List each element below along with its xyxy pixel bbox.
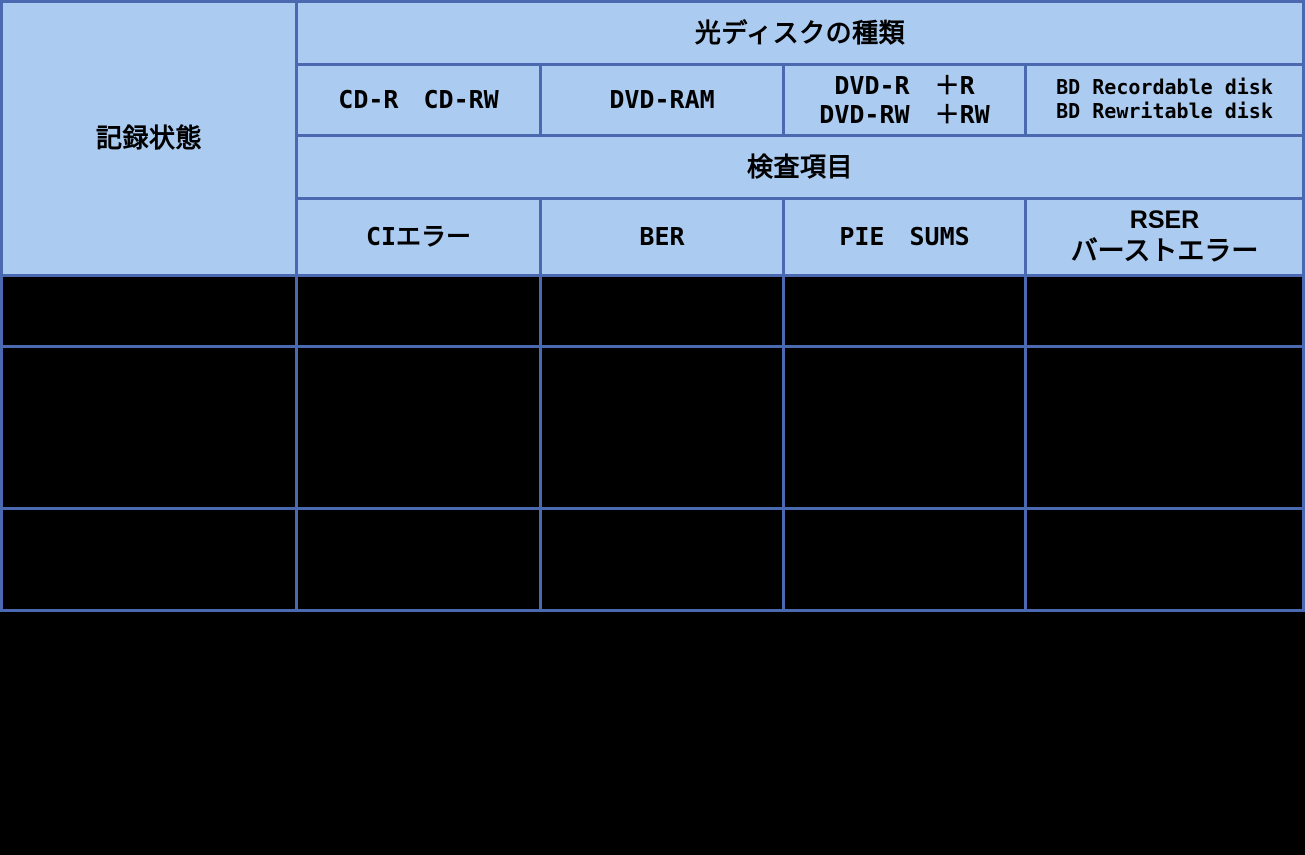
header-cell-record-state: 記録状態 [0, 0, 298, 277]
disc-type-label-bd-recordable: BD Recordable disk [1056, 75, 1273, 100]
body-cell-pie-sums [782, 507, 1027, 612]
table-row [0, 274, 1305, 348]
header-cell-dvd-ram: DVD-RAM [539, 63, 785, 137]
table-row [0, 345, 1305, 510]
disc-type-label-bd-rewritable: BD Rewritable disk [1056, 99, 1273, 123]
header-cell-cd-r-cd-rw: CD-R CD-RW [295, 63, 542, 137]
body-cell-pie-sums [782, 345, 1027, 510]
body-cell-rser [1023, 507, 1305, 612]
inspection-item-label-pie-sums: PIE SUMS [839, 222, 970, 252]
inspection-item-label-ci-error: CIエラー [365, 222, 472, 252]
inspection-item-label-ber: BER [639, 222, 685, 252]
header-cell-inspection-items: 検査項目 [294, 134, 1305, 200]
disc-type-label-cd: CD-R CD-RW [338, 85, 499, 115]
disc-type-label-dvd-ram: DVD-RAM [609, 85, 715, 115]
optical-disc-inspection-table: 記録状態 光ディスクの種類 CD-R CD-RW DVD-RAM DVD-R ＋… [0, 0, 1305, 612]
body-cell-ber [539, 345, 785, 510]
disc-type-label-dvd-r: DVD-R ＋R [834, 70, 975, 100]
header-cell-bd-recordable-rewritable: BD Recordable disk BD Rewritable disk [1023, 63, 1305, 137]
header-cell-ber: BER [539, 197, 785, 277]
body-cell-record-state [0, 507, 298, 612]
header-row-disc-type-group: 記録状態 光ディスクの種類 [0, 0, 1305, 277]
body-cell-ber [539, 507, 785, 612]
body-cell-ci-error [295, 345, 542, 510]
header-cell-disc-types: 光ディスクの種類 [294, 0, 1305, 66]
body-cell-ci-error [295, 507, 542, 612]
page-root: 記録状態 光ディスクの種類 CD-R CD-RW DVD-RAM DVD-R ＋… [0, 0, 1305, 855]
inspection-item-label-burst-error: バーストエラー [1070, 235, 1259, 266]
disc-type-label-dvd-rw: DVD-RW ＋RW [819, 100, 990, 129]
body-cell-record-state [0, 274, 298, 348]
header-cell-dvd-r-plus-r: DVD-R ＋R DVD-RW ＋RW [782, 63, 1027, 137]
body-cell-ci-error [295, 274, 542, 348]
body-cell-record-state [0, 345, 298, 510]
table-row [0, 507, 1305, 612]
body-cell-rser [1023, 274, 1305, 348]
inspection-item-label-rser: RSER [1129, 206, 1200, 235]
header-cell-ci-error: CIエラー [295, 197, 542, 277]
body-cell-ber [539, 274, 785, 348]
header-cell-rser-burst-error: RSER バーストエラー [1023, 197, 1305, 277]
header-cell-pie-sums: PIE SUMS [782, 197, 1027, 277]
body-cell-pie-sums [782, 274, 1027, 348]
body-cell-rser [1023, 345, 1305, 510]
